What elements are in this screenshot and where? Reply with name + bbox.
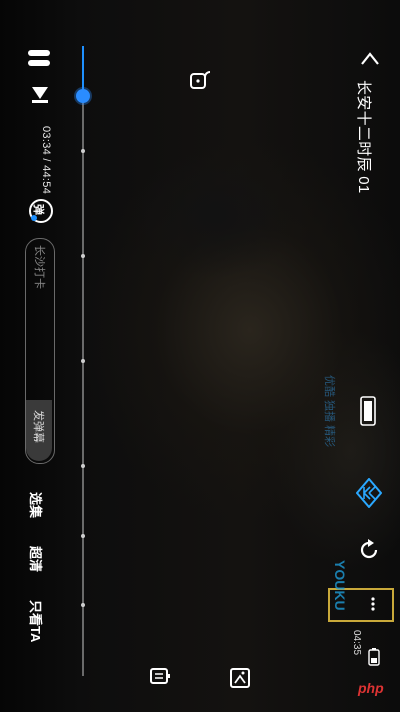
chapter-marker[interactable] (81, 533, 85, 538)
chapter-marker[interactable] (81, 463, 85, 468)
chapter-marker[interactable] (81, 148, 85, 153)
battery-icon (368, 648, 380, 666)
send-danmaku-label: 发弹幕 (32, 410, 44, 443)
video-title: 长安十二时辰 01 (355, 80, 372, 194)
youku-watermark: YOUKU (332, 560, 348, 611)
chapter-marker[interactable] (81, 359, 85, 363)
chapter-marker[interactable] (81, 253, 85, 258)
time-display: 03:34 / 44:54 (40, 126, 52, 195)
pause-icon[interactable] (28, 48, 50, 68)
danmaku-toggle-icon[interactable]: 弹 (28, 198, 54, 224)
kk-icon[interactable] (355, 477, 383, 509)
only-ta-button[interactable]: 只看TA (27, 600, 46, 642)
watermark-subtitle: 优酷 独播 精彩 (323, 375, 335, 448)
quality-button[interactable]: 超清 (27, 546, 46, 572)
screen-lock-icon[interactable] (189, 68, 213, 92)
episodes-button[interactable]: 选集 (27, 492, 46, 518)
danmaku-toggle-label: 弹 (32, 204, 44, 215)
status-clock: 04:35 (351, 630, 362, 656)
site-watermark: php (358, 680, 384, 696)
screenshot-icon[interactable] (228, 666, 252, 690)
next-episode-icon[interactable] (30, 84, 50, 104)
refresh-icon[interactable] (358, 539, 380, 561)
back-icon[interactable] (360, 50, 380, 68)
more-options-icon[interactable] (366, 597, 380, 611)
danmaku-placeholder: 长沙打卡 (33, 245, 45, 289)
hdr-badge-icon[interactable] (360, 396, 376, 426)
cast-icon[interactable] (148, 666, 172, 690)
